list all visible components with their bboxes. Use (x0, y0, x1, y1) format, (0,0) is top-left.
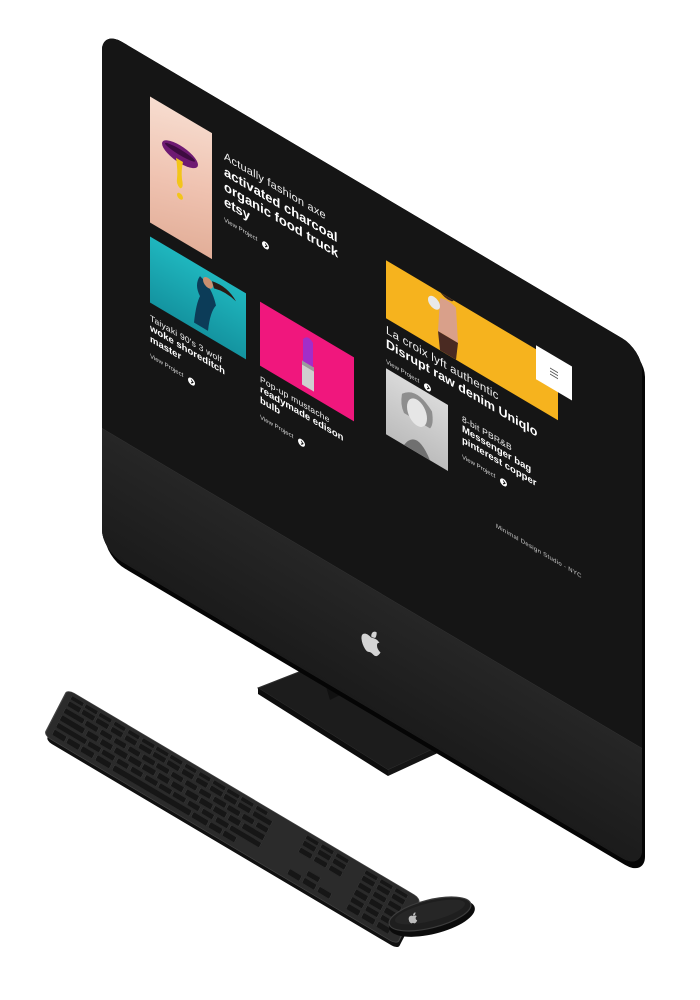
magic-mouse[interactable] (0, 0, 700, 1000)
imac-mockup-scene: Actually fashion axe activated charcoal … (0, 0, 700, 1000)
